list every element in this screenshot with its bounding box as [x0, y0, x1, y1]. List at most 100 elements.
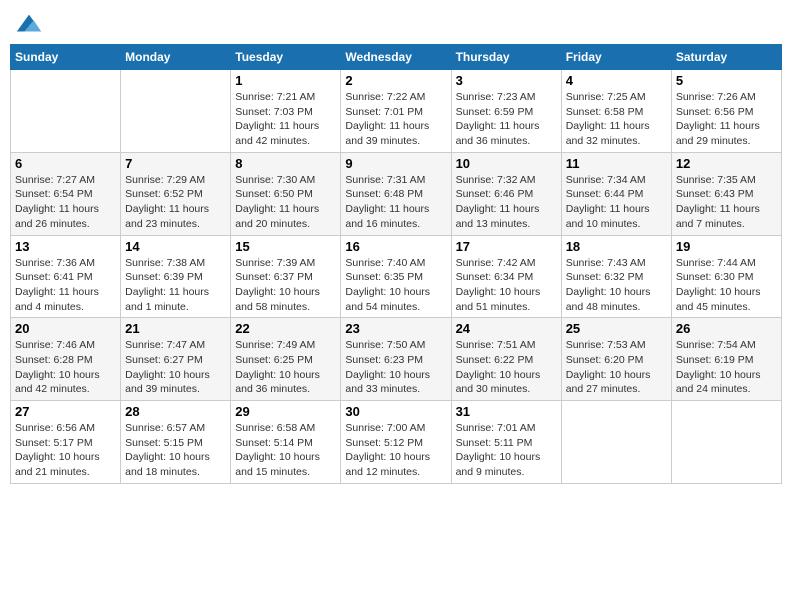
calendar-cell — [121, 70, 231, 153]
calendar-week-row: 20 Sunrise: 7:46 AMSunset: 6:28 PMDayligh… — [11, 318, 782, 401]
day-number: 16 — [345, 239, 446, 254]
weekday-header-cell: Saturday — [671, 45, 781, 70]
day-number: 2 — [345, 73, 446, 88]
calendar-cell: 14 Sunrise: 7:38 AMSunset: 6:39 PMDayligh… — [121, 235, 231, 318]
calendar-body: 1 Sunrise: 7:21 AMSunset: 7:03 PMDaylight… — [11, 70, 782, 484]
calendar-cell: 24 Sunrise: 7:51 AMSunset: 6:22 PMDayligh… — [451, 318, 561, 401]
day-info: Sunrise: 7:49 AMSunset: 6:25 PMDaylight:… — [235, 338, 336, 397]
day-number: 11 — [566, 156, 667, 171]
calendar-cell: 29 Sunrise: 6:58 AMSunset: 5:14 PMDayligh… — [231, 401, 341, 484]
day-number: 21 — [125, 321, 226, 336]
page-header — [10, 10, 782, 36]
calendar-cell: 31Sunrise: 7:01 AMSunset: 5:11 PMDayligh… — [451, 401, 561, 484]
weekday-header-cell: Thursday — [451, 45, 561, 70]
day-number: 30 — [345, 404, 446, 419]
day-number: 9 — [345, 156, 446, 171]
day-info: Sunrise: 7:53 AMSunset: 6:20 PMDaylight:… — [566, 338, 667, 397]
day-info: Sunrise: 7:27 AMSunset: 6:54 PMDaylight:… — [15, 173, 116, 232]
day-number: 5 — [676, 73, 777, 88]
calendar-cell: 19Sunrise: 7:44 AMSunset: 6:30 PMDayligh… — [671, 235, 781, 318]
calendar-cell: 11 Sunrise: 7:34 AMSunset: 6:44 PMDayligh… — [561, 152, 671, 235]
day-info: Sunrise: 7:26 AMSunset: 6:56 PMDaylight:… — [676, 90, 777, 149]
calendar-cell: 5 Sunrise: 7:26 AMSunset: 6:56 PMDaylight… — [671, 70, 781, 153]
day-info: Sunrise: 6:56 AMSunset: 5:17 PMDaylight:… — [15, 421, 116, 480]
logo-text — [14, 10, 43, 38]
day-number: 10 — [456, 156, 557, 171]
weekday-header-cell: Monday — [121, 45, 231, 70]
day-number: 12 — [676, 156, 777, 171]
day-number: 18 — [566, 239, 667, 254]
logo-icon — [15, 10, 43, 38]
logo — [14, 10, 43, 36]
day-number: 1 — [235, 73, 336, 88]
calendar-week-row: 1 Sunrise: 7:21 AMSunset: 7:03 PMDaylight… — [11, 70, 782, 153]
day-info: Sunrise: 7:34 AMSunset: 6:44 PMDaylight:… — [566, 173, 667, 232]
day-info: Sunrise: 6:58 AMSunset: 5:14 PMDaylight:… — [235, 421, 336, 480]
day-number: 20 — [15, 321, 116, 336]
day-info: Sunrise: 7:35 AMSunset: 6:43 PMDaylight:… — [676, 173, 777, 232]
calendar-cell: 8 Sunrise: 7:30 AMSunset: 6:50 PMDaylight… — [231, 152, 341, 235]
day-number: 31 — [456, 404, 557, 419]
day-info: Sunrise: 7:39 AMSunset: 6:37 PMDaylight:… — [235, 256, 336, 315]
day-number: 8 — [235, 156, 336, 171]
calendar-table: SundayMondayTuesdayWednesdayThursdayFrid… — [10, 44, 782, 484]
day-info: Sunrise: 7:42 AMSunset: 6:34 PMDaylight:… — [456, 256, 557, 315]
calendar-cell: 13 Sunrise: 7:36 AMSunset: 6:41 PMDayligh… — [11, 235, 121, 318]
day-number: 25 — [566, 321, 667, 336]
day-info: Sunrise: 7:38 AMSunset: 6:39 PMDaylight:… — [125, 256, 226, 315]
day-number: 7 — [125, 156, 226, 171]
calendar-cell — [11, 70, 121, 153]
day-number: 26 — [676, 321, 777, 336]
day-number: 24 — [456, 321, 557, 336]
calendar-cell: 7 Sunrise: 7:29 AMSunset: 6:52 PMDaylight… — [121, 152, 231, 235]
day-info: Sunrise: 7:43 AMSunset: 6:32 PMDaylight:… — [566, 256, 667, 315]
day-info: Sunrise: 7:40 AMSunset: 6:35 PMDaylight:… — [345, 256, 446, 315]
day-number: 29 — [235, 404, 336, 419]
day-number: 28 — [125, 404, 226, 419]
day-info: Sunrise: 7:29 AMSunset: 6:52 PMDaylight:… — [125, 173, 226, 232]
day-number: 22 — [235, 321, 336, 336]
calendar-cell: 27 Sunrise: 6:56 AMSunset: 5:17 PMDayligh… — [11, 401, 121, 484]
day-number: 6 — [15, 156, 116, 171]
day-info: Sunrise: 7:54 AMSunset: 6:19 PMDaylight:… — [676, 338, 777, 397]
day-number: 27 — [15, 404, 116, 419]
weekday-header-cell: Friday — [561, 45, 671, 70]
weekday-header-cell: Sunday — [11, 45, 121, 70]
calendar-cell: 16 Sunrise: 7:40 AMSunset: 6:35 PMDayligh… — [341, 235, 451, 318]
day-info: Sunrise: 7:50 AMSunset: 6:23 PMDaylight:… — [345, 338, 446, 397]
day-number: 4 — [566, 73, 667, 88]
day-number: 23 — [345, 321, 446, 336]
calendar-cell: 25 Sunrise: 7:53 AMSunset: 6:20 PMDayligh… — [561, 318, 671, 401]
day-number: 17 — [456, 239, 557, 254]
calendar-week-row: 27 Sunrise: 6:56 AMSunset: 5:17 PMDayligh… — [11, 401, 782, 484]
day-info: Sunrise: 7:31 AMSunset: 6:48 PMDaylight:… — [345, 173, 446, 232]
calendar-cell: 28 Sunrise: 6:57 AMSunset: 5:15 PMDayligh… — [121, 401, 231, 484]
calendar-cell: 15 Sunrise: 7:39 AMSunset: 6:37 PMDayligh… — [231, 235, 341, 318]
day-info: Sunrise: 7:51 AMSunset: 6:22 PMDaylight:… — [456, 338, 557, 397]
day-number: 13 — [15, 239, 116, 254]
calendar-week-row: 13 Sunrise: 7:36 AMSunset: 6:41 PMDayligh… — [11, 235, 782, 318]
weekday-header-cell: Tuesday — [231, 45, 341, 70]
day-info: Sunrise: 7:36 AMSunset: 6:41 PMDaylight:… — [15, 256, 116, 315]
calendar-cell: 22 Sunrise: 7:49 AMSunset: 6:25 PMDayligh… — [231, 318, 341, 401]
calendar-cell: 2 Sunrise: 7:22 AMSunset: 7:01 PMDaylight… — [341, 70, 451, 153]
day-info: Sunrise: 7:46 AMSunset: 6:28 PMDaylight:… — [15, 338, 116, 397]
calendar-cell: 12 Sunrise: 7:35 AMSunset: 6:43 PMDayligh… — [671, 152, 781, 235]
weekday-header-row: SundayMondayTuesdayWednesdayThursdayFrid… — [11, 45, 782, 70]
calendar-cell: 23 Sunrise: 7:50 AMSunset: 6:23 PMDayligh… — [341, 318, 451, 401]
day-info: Sunrise: 7:47 AMSunset: 6:27 PMDaylight:… — [125, 338, 226, 397]
calendar-cell: 17 Sunrise: 7:42 AMSunset: 6:34 PMDayligh… — [451, 235, 561, 318]
day-info: Sunrise: 6:57 AMSunset: 5:15 PMDaylight:… — [125, 421, 226, 480]
calendar-cell: 3Sunrise: 7:23 AMSunset: 6:59 PMDaylight… — [451, 70, 561, 153]
day-number: 3 — [456, 73, 557, 88]
day-number: 14 — [125, 239, 226, 254]
day-number: 15 — [235, 239, 336, 254]
calendar-cell: 10Sunrise: 7:32 AMSunset: 6:46 PMDayligh… — [451, 152, 561, 235]
day-info: Sunrise: 7:00 AMSunset: 5:12 PMDaylight:… — [345, 421, 446, 480]
day-info: Sunrise: 7:44 AMSunset: 6:30 PMDaylight:… — [676, 256, 777, 315]
day-info: Sunrise: 7:30 AMSunset: 6:50 PMDaylight:… — [235, 173, 336, 232]
day-info: Sunrise: 7:21 AMSunset: 7:03 PMDaylight:… — [235, 90, 336, 149]
day-info: Sunrise: 7:22 AMSunset: 7:01 PMDaylight:… — [345, 90, 446, 149]
day-info: Sunrise: 7:25 AMSunset: 6:58 PMDaylight:… — [566, 90, 667, 149]
calendar-cell: 20 Sunrise: 7:46 AMSunset: 6:28 PMDayligh… — [11, 318, 121, 401]
